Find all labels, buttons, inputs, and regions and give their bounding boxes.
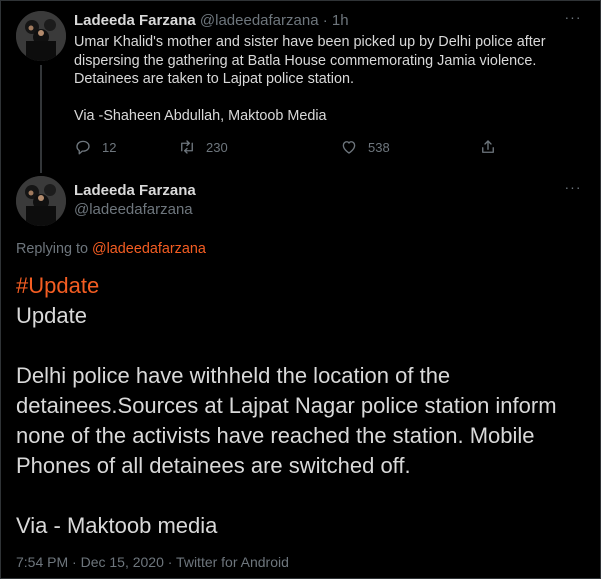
tweet-text-line: Phones of all detainees are switched off… [16, 453, 411, 478]
tweet-text: Umar Khalid's mother and sister have bee… [74, 33, 574, 126]
tweet-text-line: Umar Khalid's mother and sister have bee… [74, 34, 546, 50]
separator: · [322, 12, 328, 29]
author-handle[interactable]: @ladeedafarzana [200, 12, 319, 29]
tweet-via: Via - Maktoob media [16, 513, 218, 538]
share-button[interactable] [479, 138, 507, 156]
tweet-thread: Ladeeda Farzana @ladeedafarzana · 1h ···… [0, 0, 601, 579]
author-name[interactable]: Ladeeda Farzana [74, 182, 196, 200]
tweet-header: Ladeeda Farzana @ladeedafarzana · 1h [74, 12, 349, 30]
tweet-text-line: none of the activists have reached the s… [16, 423, 535, 448]
replying-mention[interactable]: @ladeedafarzana [92, 241, 206, 257]
tweet-title-line: Update [16, 303, 87, 328]
like-count: 538 [368, 139, 390, 155]
tweet-time[interactable]: 1h [332, 12, 349, 29]
thread-connector [40, 65, 42, 173]
author-name[interactable]: Ladeeda Farzana [74, 12, 196, 29]
retweet-icon [181, 140, 193, 154]
replying-to: Replying to @ladeedafarzana [16, 241, 206, 257]
more-icon[interactable]: ··· [563, 10, 583, 27]
like-button[interactable]: 538 [340, 138, 390, 156]
avatar[interactable] [16, 11, 66, 61]
author-handle[interactable]: @ladeedafarzana [74, 201, 193, 219]
reply-count: 12 [102, 139, 117, 155]
tweet-via: Via -Shaheen Abdullah, Maktoob Media [74, 108, 327, 124]
hashtag-link[interactable]: #Update [16, 271, 591, 301]
reply-icon [76, 140, 90, 155]
retweet-button[interactable]: 230 [178, 138, 228, 156]
share-icon [482, 140, 494, 153]
replying-label: Replying to [16, 241, 88, 257]
tweet-text-line: Detainees are taken to Lajpat police sta… [74, 71, 354, 87]
like-icon [342, 141, 356, 154]
retweet-count: 230 [206, 139, 228, 155]
tweet-timestamp[interactable]: 7:54 PM · Dec 15, 2020 · Twitter for And… [16, 554, 289, 570]
tweet-actions: 12 230 538 [74, 138, 574, 158]
tweet-text-line: detainees.Sources at Lajpat Nagar police… [16, 393, 557, 418]
more-icon[interactable]: ··· [563, 180, 583, 197]
tweet-text-line: dispersing the gathering at Batla House … [74, 52, 537, 69]
tweet-text: #Update Update Delhi police have withhel… [16, 271, 591, 541]
avatar[interactable] [16, 176, 66, 226]
reply-button[interactable]: 12 [74, 138, 116, 156]
tweet-text-line: Delhi police have withheld the location … [16, 363, 451, 388]
